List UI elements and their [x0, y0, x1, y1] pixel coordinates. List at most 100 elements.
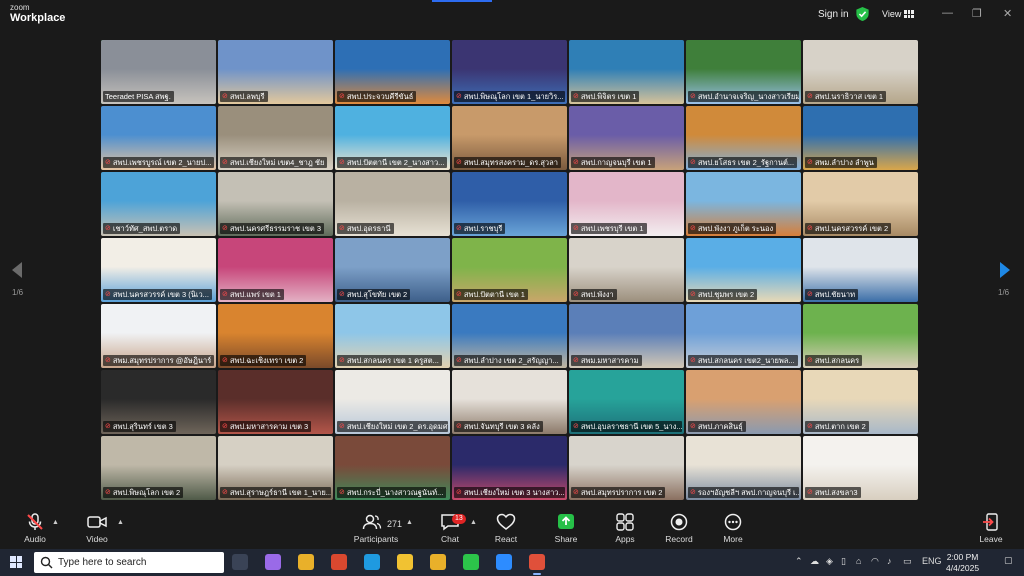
- react-button[interactable]: React: [482, 513, 530, 544]
- participant-tile[interactable]: ⊘ สพม.มหาสารคาม: [569, 304, 684, 368]
- participant-tile[interactable]: ⊘ เชาว์ทัศ_สพป.ตราด: [101, 172, 216, 236]
- mic-muted-icon: ⊘: [105, 225, 111, 232]
- participant-tile[interactable]: ⊘ สพป.พิษณุโลก เขต 2: [101, 436, 216, 500]
- chat-button[interactable]: Chat: [426, 513, 474, 544]
- participant-tile[interactable]: ⊘ สพป.นครสวรรค์ เขต 2: [803, 172, 918, 236]
- participant-tile[interactable]: ⊘ สพป.จันทบุรี เขต 3 คลัง: [452, 370, 567, 434]
- wifi-icon[interactable]: ◠: [871, 556, 879, 567]
- windows-start-icon[interactable]: [10, 556, 22, 568]
- participant-tile[interactable]: ⊘ สพป.ลพบุรี: [218, 40, 333, 104]
- participant-tile[interactable]: ⊘ สพป.สุรินทร์ เขต 3: [101, 370, 216, 434]
- participant-tile[interactable]: ⊘ สพป.ปัตตานี เขต 1: [452, 238, 567, 302]
- close-button[interactable]: ✕: [1003, 7, 1012, 20]
- zoom-icon[interactable]: [496, 554, 512, 570]
- participant-tile[interactable]: ⊘ สพป.อำนาจเจริญ_นางสาวเรียมระ: [686, 40, 801, 104]
- participant-tile[interactable]: ⊘ สพป.เพชรบุรี เขต 1: [569, 172, 684, 236]
- record-button[interactable]: Record: [655, 513, 703, 544]
- participant-tile[interactable]: ⊘ สพป.พิจิตร เขต 1: [569, 40, 684, 104]
- participant-tile[interactable]: ⊘ สพป.พังงา ภูเก็ต ระนอง: [686, 172, 801, 236]
- participant-tile[interactable]: ⊘ สพป.สกลนคร: [803, 304, 918, 368]
- participant-tile[interactable]: ⊘ สพป.มหาสารคาม เขต 3: [218, 370, 333, 434]
- participant-tile[interactable]: ⊘ สพป.สุโขทัย เขต 2: [335, 238, 450, 302]
- participant-tile[interactable]: ⊘ สพป.กาญจนบุรี เขต 1: [569, 106, 684, 170]
- apps-button[interactable]: Apps: [601, 513, 649, 544]
- minimize-button[interactable]: —: [942, 7, 953, 19]
- participant-tile[interactable]: ⊘ สพป.เชียงใหม่ เขต 3 นางสาว...: [452, 436, 567, 500]
- participant-tile[interactable]: ⊘ สพป.ยโสธร เขต 2_รัฐกานต์...: [686, 106, 801, 170]
- view-grid-icon[interactable]: [904, 10, 914, 18]
- shield-check-icon[interactable]: [856, 7, 869, 21]
- participant-tile[interactable]: ⊘ สพป.สกลนคร เขต2_นายพล...: [686, 304, 801, 368]
- leave-button[interactable]: Leave: [967, 513, 1015, 544]
- participant-tile[interactable]: ⊘ สพม.ลำปาง ลำพูน: [803, 106, 918, 170]
- participant-tile[interactable]: ⊘ สพป.แพร่ เขต 1: [218, 238, 333, 302]
- participant-tile[interactable]: ⊘ สพป.ชัยนาท: [803, 238, 918, 302]
- participant-name: สพป.เชียงใหม่ เขต 3 นางสาว...: [463, 488, 565, 497]
- participant-tile[interactable]: ⊘ สพป.เชียงใหม่ เขต4_ชาฎ ชัย: [218, 106, 333, 170]
- participant-tile[interactable]: ⊘ สพป.ราชบุรี: [452, 172, 567, 236]
- video-options-caret-icon[interactable]: ▲: [117, 519, 124, 526]
- tray-app-icon[interactable]: ◈: [826, 556, 833, 567]
- participant-tile[interactable]: ⊘ สพป.ชุมพร เขต 2: [686, 238, 801, 302]
- participant-tile[interactable]: Teeradet PISA สพฐ.: [101, 40, 216, 104]
- participant-tile[interactable]: ⊘ สพป.สมุทรสงคราม_ดร.สุวลา: [452, 106, 567, 170]
- participants-options-caret-icon[interactable]: ▲: [406, 519, 413, 526]
- copilot-icon[interactable]: [265, 554, 281, 570]
- more-button[interactable]: More: [709, 513, 757, 544]
- participant-tile[interactable]: ⊘ สพม.สมุทรปราการ @อัษฎินาร์: [101, 304, 216, 368]
- previous-page-arrow-icon[interactable]: [12, 262, 22, 278]
- app-active-icon[interactable]: [529, 554, 545, 575]
- volume-icon[interactable]: ♪: [887, 556, 892, 566]
- participant-tile[interactable]: ⊘ สพป.ลำปาง เขต 2_สรัญญา...: [452, 304, 567, 368]
- task-view-icon[interactable]: [232, 554, 248, 570]
- participant-tile[interactable]: ⊘ สพป.อุดรธานี: [335, 172, 450, 236]
- chrome-icon[interactable]: [298, 554, 314, 570]
- maximize-button[interactable]: ❐: [972, 7, 982, 20]
- network-icon[interactable]: ⌂: [856, 556, 861, 566]
- participant-tile[interactable]: ⊘ สพป.ตาก เขต 2: [803, 370, 918, 434]
- edge-icon[interactable]: [364, 554, 380, 570]
- participant-tile[interactable]: ⊘ สพป.เพชรบูรณ์ เขต 2_นายป...: [101, 106, 216, 170]
- participant-tile[interactable]: ⊘ สพป.นราธิวาส เขต 1: [803, 40, 918, 104]
- next-page-arrow-icon[interactable]: [1000, 262, 1010, 278]
- participant-name-label: ⊘ สพม.มหาสารคาม: [571, 355, 642, 366]
- battery-icon[interactable]: ▯: [841, 556, 846, 567]
- view-button[interactable]: View: [882, 9, 901, 19]
- audio-button[interactable]: Audio: [11, 513, 59, 544]
- participant-tile[interactable]: ⊘ สพป.พิษณุโลก เขต 1_นายวิร...: [452, 40, 567, 104]
- tray-chevron-up-icon[interactable]: ⌃: [795, 556, 803, 567]
- participant-tile[interactable]: ⊘ สพป.สุราษฎร์ธานี เขต 1_นาย...: [218, 436, 333, 500]
- line-icon[interactable]: [463, 554, 479, 570]
- participant-name: สพป.จันทบุรี เขต 3 คลัง: [463, 422, 540, 431]
- sign-in-link[interactable]: Sign in: [818, 9, 849, 20]
- participant-tile[interactable]: ⊘ สพป.สงขลา3: [803, 436, 918, 500]
- cloud-sync-icon[interactable]: ☁: [810, 556, 819, 567]
- audio-options-caret-icon[interactable]: ▲: [52, 519, 59, 526]
- participant-tile[interactable]: ⊘ สพป.สมุทรปราการ เขต 2: [569, 436, 684, 500]
- participant-tile[interactable]: ⊘ สพป.พังงา: [569, 238, 684, 302]
- share-button[interactable]: Share: [542, 513, 590, 544]
- participant-tile[interactable]: ⊘ สพป.อุบลราชธานี เขต 5_นาง...: [569, 370, 684, 434]
- input-language[interactable]: ENG: [922, 556, 942, 566]
- participant-tile[interactable]: ⊘ สพป.เชียงใหม่ เขต 2_ดร.อุดมศร: [335, 370, 450, 434]
- participant-tile[interactable]: ⊘ สพป.ฉะเชิงเทรา เขต 2: [218, 304, 333, 368]
- chat-options-caret-icon[interactable]: ▲: [470, 519, 477, 526]
- notification-icon[interactable]: ▢: [1004, 555, 1013, 566]
- participant-tile[interactable]: ⊘ สพป.ภาคสินธุ์: [686, 370, 801, 434]
- taskbar-search-box[interactable]: Type here to search: [34, 552, 224, 573]
- participant-tile[interactable]: ⊘ สพป.นครศรีธรรมราช เขต 3: [218, 172, 333, 236]
- keyboard-tray-icon[interactable]: ▭: [903, 556, 912, 567]
- participant-tile[interactable]: ⊘ สพป.กระบี่_นางสาวณฐนันท์...: [335, 436, 450, 500]
- participant-tile[interactable]: ⊘ สพป.ประจวบคีรีขันธ์: [335, 40, 450, 104]
- file-explorer-icon[interactable]: [397, 554, 413, 570]
- participant-tile[interactable]: ⊘ สพป.นครสวรรค์ เขต 3 (นิเว...: [101, 238, 216, 302]
- video-button[interactable]: Video: [73, 513, 121, 544]
- chrome-2-icon[interactable]: [430, 554, 446, 570]
- participant-name-label: ⊘ สพม.สมุทรปราการ @อัษฎินาร์: [103, 355, 214, 366]
- participant-tile[interactable]: ⊘ สพป.ปัตตานี เขต 2_นางสาว...: [335, 106, 450, 170]
- mic-muted-icon: ⊘: [690, 291, 696, 298]
- participant-tile[interactable]: ⊘ สพป.สกลนคร เขต 1 ครูสต...: [335, 304, 450, 368]
- app-red-icon[interactable]: [331, 554, 347, 570]
- participant-tile[interactable]: ⊘ รองฯอัญชลีฯ สพป.กาญจนบุรี เ...: [686, 436, 801, 500]
- taskbar-clock[interactable]: 2:00 PM 4/4/2025: [946, 552, 979, 574]
